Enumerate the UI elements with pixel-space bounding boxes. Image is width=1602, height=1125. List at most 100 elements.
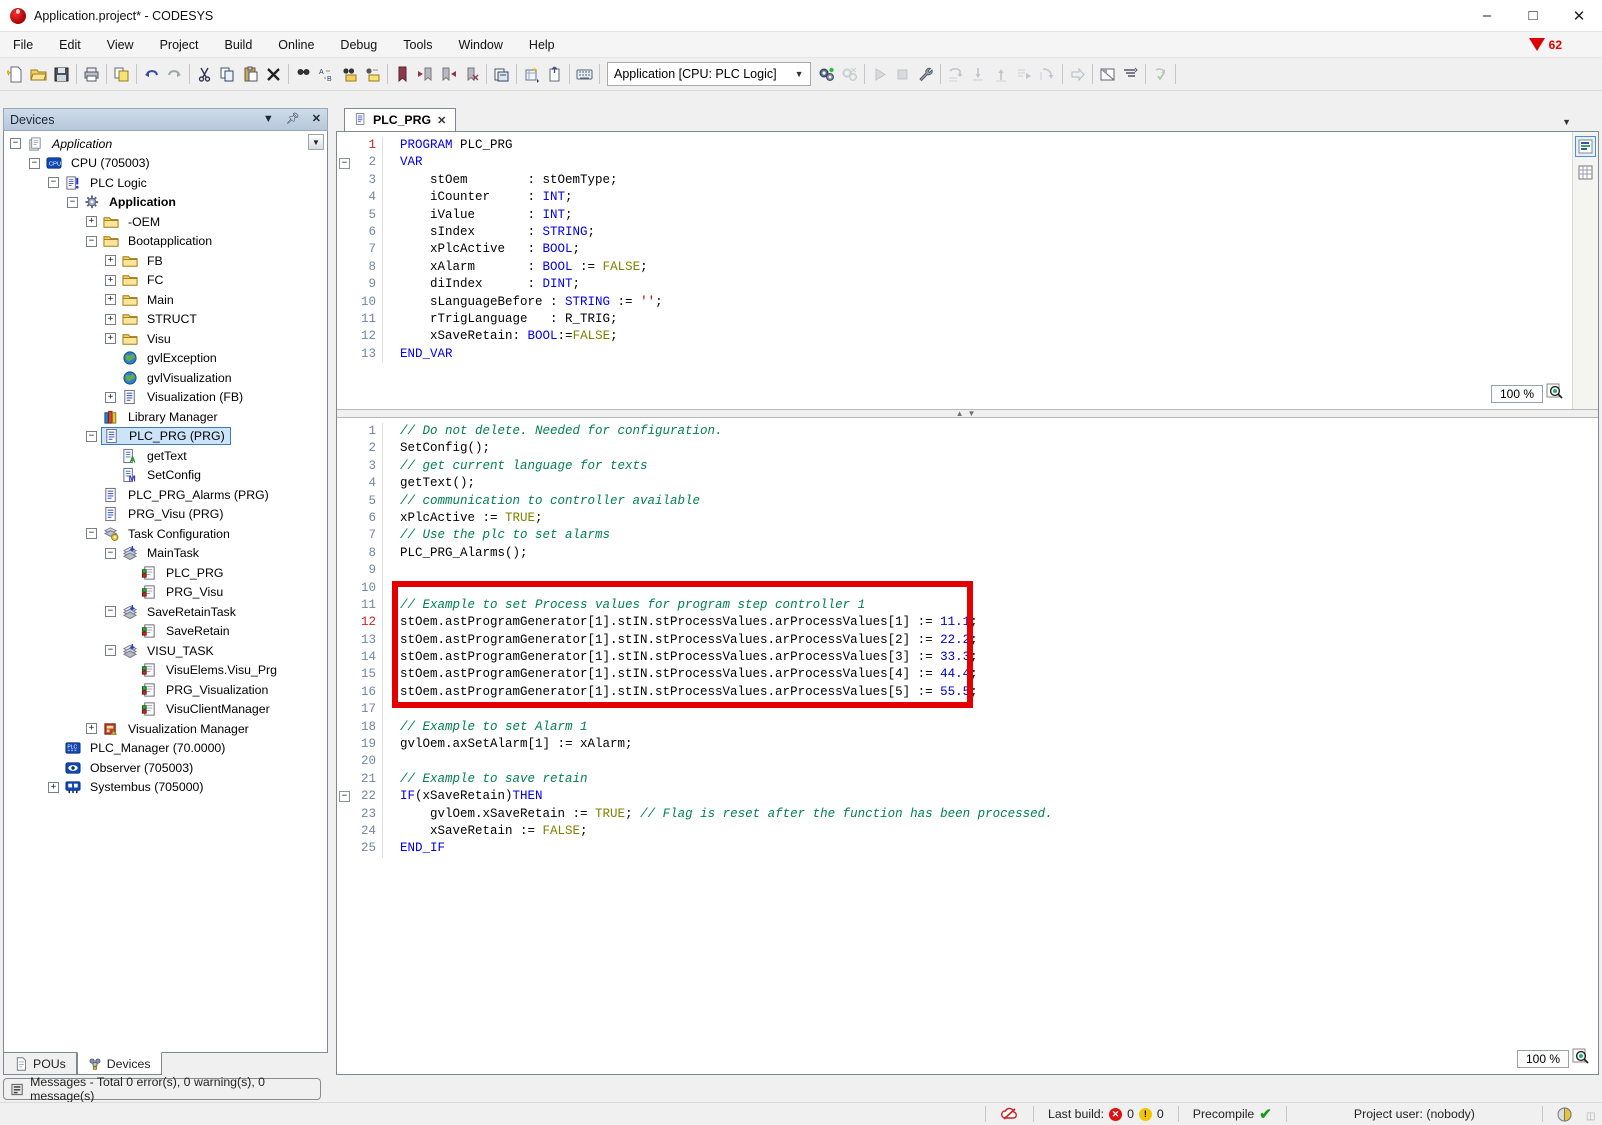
paste-icon[interactable] (239, 63, 262, 86)
tree-item-prg-visualization[interactable]: PRG_Visualization (4, 680, 327, 700)
tree-item-plc-prg-prg-[interactable]: −PLC_PRG (PRG) (4, 427, 327, 447)
flow-control-icon[interactable] (1096, 63, 1119, 86)
reset-warm-icon[interactable] (1149, 63, 1172, 86)
collapse-icon[interactable]: − (48, 177, 59, 188)
textual-view-button[interactable] (1575, 136, 1596, 157)
clear-bookmarks-icon[interactable] (460, 63, 483, 86)
collapse-icon[interactable]: − (29, 158, 40, 169)
tree-item-application[interactable]: −Application (4, 193, 327, 213)
print-icon[interactable] (80, 63, 103, 86)
step-into-icon[interactable] (967, 63, 990, 86)
logout-icon[interactable] (838, 63, 861, 86)
previous-bookmark-icon[interactable] (414, 63, 437, 86)
tree-item-gvlvisualization[interactable]: gvlVisualization (4, 368, 327, 388)
code-line-2[interactable]: −2VAR (337, 154, 1572, 171)
tree-item-fc[interactable]: +FC (4, 271, 327, 291)
active-application-selector[interactable]: Application [CPU: PLC Logic] ▼ (607, 62, 811, 86)
tree-item-plc-prg-alarms-prg-[interactable]: PLC_PRG_Alarms (PRG) (4, 485, 327, 505)
set-next-statement-icon[interactable] (1036, 63, 1059, 86)
find-icon[interactable] (292, 63, 315, 86)
panel-tab-devices[interactable]: Devices (77, 1052, 162, 1075)
code-line-25[interactable]: 25END_IF (337, 840, 1598, 857)
toggle-bookmark-icon[interactable] (391, 63, 414, 86)
maximize-button[interactable]: □ (1510, 0, 1556, 31)
code-line-11[interactable]: 11 rTrigLanguage : R_TRIG; (337, 311, 1572, 328)
expand-icon[interactable]: + (48, 782, 59, 793)
code-line-12[interactable]: 12 xSaveRetain: BOOL:=FALSE; (337, 328, 1572, 345)
tree-item-plc-manager-70-0000-[interactable]: PLCPLC_Manager (70.0000) (4, 739, 327, 759)
menu-build[interactable]: Build (211, 34, 265, 56)
code-line-4[interactable]: 4getText(); (337, 475, 1598, 492)
export-icon[interactable] (543, 63, 566, 86)
code-line-23[interactable]: 23 gvlOem.xSaveRetain := TRUE; // Flag i… (337, 806, 1598, 823)
collapse-icon[interactable]: − (86, 236, 97, 247)
code-line-1[interactable]: 1// Do not delete. Needed for configurat… (337, 423, 1598, 440)
tree-item-plc-logic[interactable]: −PLC Logic (4, 173, 327, 193)
copy-special-icon[interactable] (490, 63, 513, 86)
code-line-19[interactable]: 19gvlOem.axSetAlarm[1] := xAlarm; (337, 736, 1598, 753)
tree-item-gettext[interactable]: AgetText (4, 446, 327, 466)
code-line-1[interactable]: 1PROGRAM PLC_PRG (337, 137, 1572, 154)
tree-item--oem[interactable]: +-OEM (4, 212, 327, 232)
undo-icon[interactable] (140, 63, 163, 86)
step-over-icon[interactable] (944, 63, 967, 86)
tree-item-bootapplication[interactable]: −Bootapplication (4, 232, 327, 252)
fold-collapse-icon[interactable]: − (339, 158, 350, 169)
panel-dropdown-icon[interactable]: ▼ (263, 114, 274, 125)
tree-item-cpu-705003-[interactable]: −CPUCPU (705003) (4, 154, 327, 174)
gateway-status[interactable] (986, 1107, 1033, 1121)
tree-item-task-configuration[interactable]: −Task Configuration (4, 524, 327, 544)
menu-file[interactable]: File (0, 34, 46, 56)
new-file-icon[interactable] (4, 63, 27, 86)
menu-view[interactable]: View (94, 34, 147, 56)
editor-splitter[interactable]: ▲▼ (337, 409, 1598, 418)
menu-online[interactable]: Online (265, 34, 327, 56)
code-line-9[interactable]: 9 (337, 562, 1598, 579)
menu-debug[interactable]: Debug (327, 34, 390, 56)
tab-plc-prg[interactable]: PLC_PRG ✕ (344, 108, 456, 131)
collapse-icon[interactable]: − (105, 548, 116, 559)
zoom-magnifier-icon[interactable] (1572, 1047, 1590, 1070)
build-icon[interactable] (914, 63, 937, 86)
redo-icon[interactable] (163, 63, 186, 86)
tree-row-dropdown-icon[interactable]: ▼ (308, 134, 324, 150)
expand-icon[interactable]: + (105, 275, 116, 286)
code-line-5[interactable]: 5 iValue : INT; (337, 207, 1572, 224)
code-line-6[interactable]: 6 sIndex : STRING; (337, 224, 1572, 241)
run-to-cursor-icon[interactable] (1013, 63, 1036, 86)
tree-item-saveretain[interactable]: SaveRetain (4, 622, 327, 642)
replace-icon[interactable]: AB (315, 63, 338, 86)
expand-icon[interactable]: + (105, 333, 116, 344)
tree-item-library-manager[interactable]: Library Manager (4, 407, 327, 427)
declaration-zoom-level[interactable]: 100 % (1491, 385, 1543, 403)
stop-icon[interactable] (891, 63, 914, 86)
expand-icon[interactable]: + (105, 392, 116, 403)
security-status[interactable] (1543, 1107, 1586, 1122)
close-button[interactable]: ✕ (1556, 0, 1602, 31)
panel-tab-pous[interactable]: POUs (3, 1053, 77, 1075)
tree-item-setconfig[interactable]: MSetConfig (4, 466, 327, 486)
tree-item-visuelems-visu-prg[interactable]: VisuElems.Visu_Prg (4, 661, 327, 681)
tree-item-gvlexception[interactable]: gvlException (4, 349, 327, 369)
collapse-icon[interactable]: − (86, 528, 97, 539)
tree-item-systembus-705000-[interactable]: +Systembus (705000) (4, 778, 327, 798)
code-line-2[interactable]: 2SetConfig(); (337, 440, 1598, 457)
step-out-icon[interactable] (990, 63, 1013, 86)
minimize-button[interactable]: – (1464, 0, 1510, 31)
panel-close-icon[interactable]: ✕ (312, 114, 321, 125)
single-cycle-icon[interactable] (1066, 63, 1089, 86)
code-line-9[interactable]: 9 diIndex : DINT; (337, 276, 1572, 293)
code-line-5[interactable]: 5// communication to controller availabl… (337, 493, 1598, 510)
menu-window[interactable]: Window (445, 34, 515, 56)
find-in-project-icon[interactable] (338, 63, 361, 86)
code-line-8[interactable]: 8PLC_PRG_Alarms(); (337, 545, 1598, 562)
code-line-3[interactable]: 3// get current language for texts (337, 458, 1598, 475)
fold-collapse-icon[interactable]: − (339, 791, 350, 802)
tree-item-maintask[interactable]: −MainTask (4, 544, 327, 564)
code-line-24[interactable]: 24 xSaveRetain := FALSE; (337, 823, 1598, 840)
collapse-icon[interactable]: − (105, 645, 116, 656)
move-copy-icon[interactable] (110, 63, 133, 86)
implementation-zoom-level[interactable]: 100 % (1517, 1050, 1569, 1068)
code-line-21[interactable]: 21// Example to save retain (337, 771, 1598, 788)
tree-item-application[interactable]: −Application (4, 134, 327, 154)
